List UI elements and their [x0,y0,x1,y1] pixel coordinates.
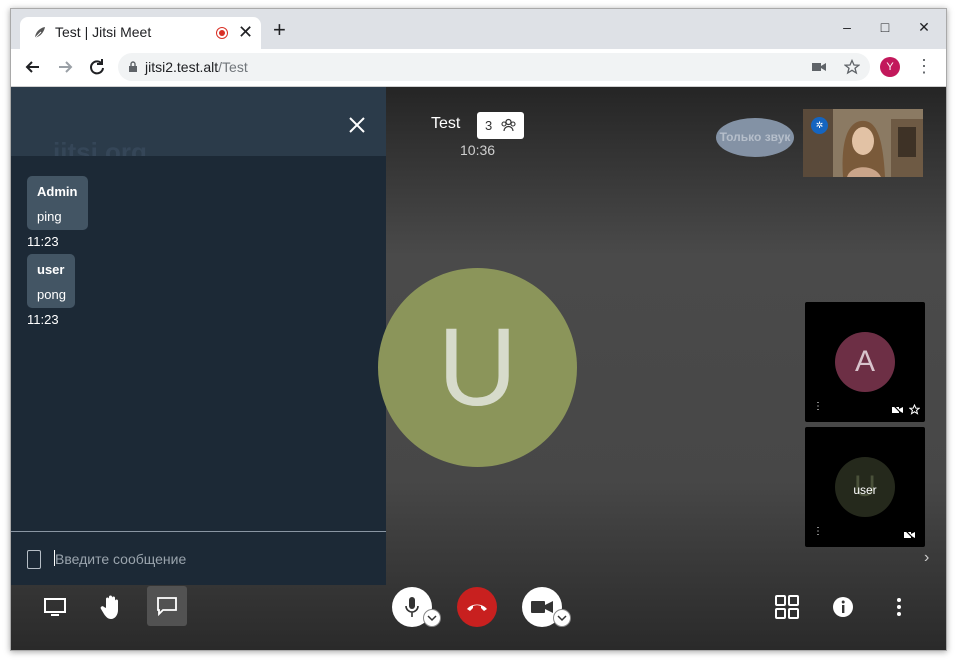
conference-timer: 10:36 [460,142,496,158]
jitsi-favicon-icon [34,27,45,39]
address-bar[interactable]: jitsi2.test.alt/Test [118,53,870,81]
url-path: /Test [218,59,248,75]
message-text: pong [37,287,66,302]
conference-title: Test [431,115,461,132]
participant-avatar: A [835,332,895,392]
chat-message-input[interactable] [53,546,357,572]
chat-icon [157,597,177,616]
filmstrip-toggle-chevron-icon[interactable]: › [924,549,929,567]
video-muted-icon [904,530,916,540]
participants-icon [501,118,516,132]
message-sender: user [37,262,65,277]
hangup-button[interactable] [457,587,497,627]
local-video-thumbnail[interactable]: ✲ [803,109,923,177]
chat-input-bar [11,531,386,585]
tab-close-button[interactable]: ✕ [238,22,253,42]
hangup-icon [467,604,487,611]
tile-menu-icon[interactable]: ⋮ [813,402,823,412]
info-icon [833,597,853,617]
jitsi-meeting-page: jitsi.org Admin ping 11:23 user pong 11:… [11,87,946,650]
url-host: jitsi2.test.alt [145,59,219,75]
info-button[interactable] [823,587,863,627]
recording-indicator-icon [216,27,228,39]
profile-avatar[interactable]: Y [880,57,900,77]
chat-message: user pong [27,254,75,308]
url-text: jitsi2.test.alt/Test [145,59,248,75]
chevron-down-icon [427,614,437,621]
more-actions-button[interactable] [879,587,919,627]
message-text: ping [37,209,62,224]
message-sender: Admin [37,184,78,199]
dominant-speaker-icon: ✲ [811,117,828,134]
minimize-button[interactable]: – [837,19,857,35]
audio-settings-chevron-icon[interactable] [423,609,441,627]
camera-icon [531,601,553,613]
forward-arrow-icon[interactable] [55,57,75,77]
chat-message: Admin ping [27,176,88,230]
screenshare-icon [44,598,66,616]
more-vertical-icon [897,598,901,616]
close-window-button[interactable]: ✕ [914,19,934,36]
moderator-star-icon [909,404,920,415]
chat-toggle-button[interactable] [147,586,187,626]
remote-participant-tile[interactable]: A ⋮ [805,302,925,422]
chat-panel: jitsi.org Admin ping 11:23 user pong 11:… [11,87,386,585]
browser-toolbar: jitsi2.test.alt/Test Y ⋮ [11,49,946,87]
microphone-icon [405,597,419,617]
tile-view-icon [775,595,799,619]
new-tab-button[interactable]: + [273,19,286,41]
dominant-speaker-avatar: U [378,268,577,467]
audio-only-indicator: Только звук [716,118,794,157]
tab-strip: Test | Jitsi Meet ✕ + – □ ✕ [11,9,946,49]
text-caret [54,550,55,566]
participant-count: 3 [485,118,493,133]
browser-tab[interactable]: Test | Jitsi Meet ✕ [20,17,261,49]
raise-hand-icon [100,595,118,619]
message-time: 11:23 [27,312,59,327]
participant-name: user [853,483,877,497]
chevron-down-icon [557,614,567,621]
maximize-button[interactable]: □ [875,19,895,35]
participant-initial: A [854,345,875,378]
back-arrow-icon[interactable] [23,57,43,77]
bookmark-star-icon[interactable] [844,59,860,75]
remote-participant-tile[interactable]: U user ⋮ [805,427,925,547]
raise-hand-button[interactable] [91,587,131,627]
close-chat-icon[interactable] [345,113,369,137]
jitsi-watermark: jitsi.org [53,137,147,156]
lock-icon [129,61,137,72]
camera-permission-icon[interactable] [812,61,826,73]
dominant-speaker-initial: U [437,306,518,429]
tile-view-button[interactable] [767,587,807,627]
reload-icon[interactable] [87,57,107,77]
tab-title: Test | Jitsi Meet [55,24,152,40]
browser-window: Test | Jitsi Meet ✕ + – □ ✕ jitsi2.test.… [10,8,947,651]
screenshare-button[interactable] [35,587,75,627]
message-time: 11:23 [27,234,59,249]
browser-menu-icon[interactable]: ⋮ [915,55,933,77]
video-muted-icon [892,405,904,415]
participant-count-badge[interactable]: 3 [477,112,524,139]
tile-menu-icon[interactable]: ⋮ [813,527,823,537]
smiley-icon[interactable] [27,550,41,569]
video-settings-chevron-icon[interactable] [553,609,571,627]
chat-header: jitsi.org [11,87,386,156]
